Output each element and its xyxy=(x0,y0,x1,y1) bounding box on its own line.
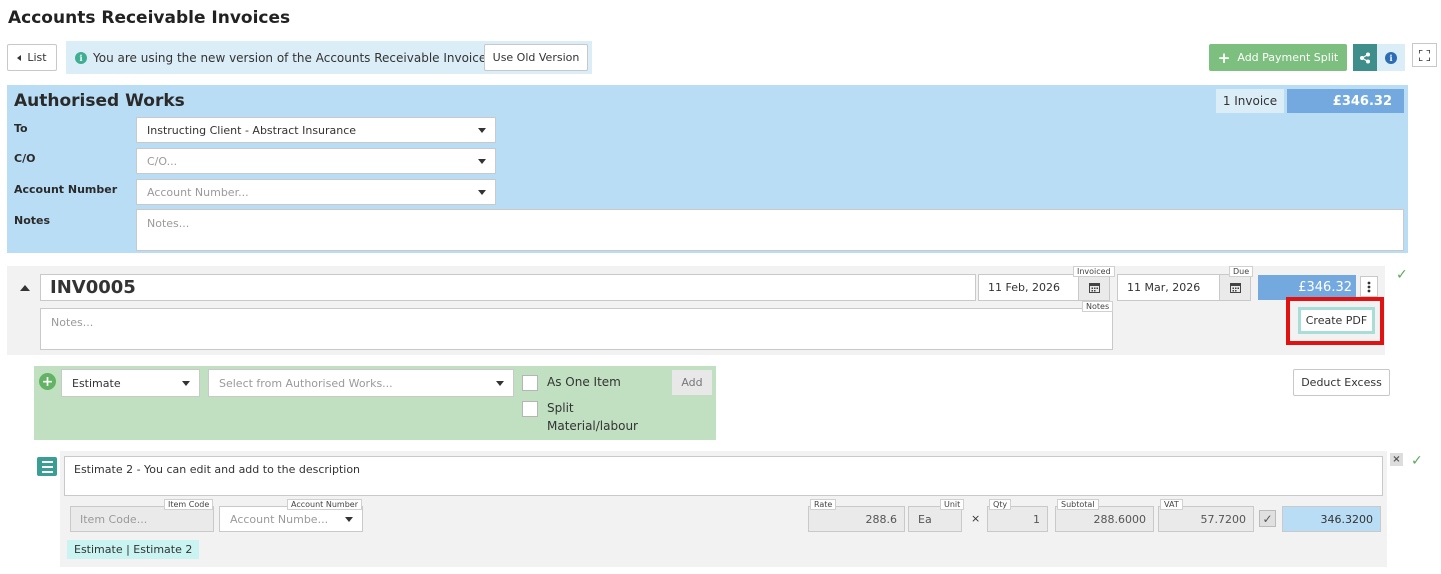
invoice-notes-placeholder: Notes... xyxy=(51,316,94,329)
due-label: Due xyxy=(1229,266,1254,277)
line-item-tag: Estimate | Estimate 2 xyxy=(67,540,200,559)
close-icon[interactable]: × xyxy=(1390,453,1403,466)
share-icon xyxy=(1360,52,1370,63)
line-check-icon: ✓ xyxy=(1411,453,1423,469)
invoiced-date-value: 11 Feb, 2026 xyxy=(988,281,1060,294)
invoice-number-input[interactable]: INV0005 xyxy=(40,274,976,301)
authorised-total: £346.32 xyxy=(1287,89,1404,113)
unit-label: Unit xyxy=(940,499,965,510)
notes-label: Notes xyxy=(14,214,51,227)
page-title: Accounts Receivable Invoices xyxy=(8,8,291,28)
co-select-placeholder: C/O... xyxy=(147,154,178,168)
subtotal-label: Subtotal xyxy=(1057,499,1099,510)
chevron-down-icon xyxy=(478,190,486,195)
line-total: 346.3200 xyxy=(1282,506,1381,532)
split-material-labour-checkbox[interactable] xyxy=(522,401,538,417)
new-version-banner: i You are using the new version of the A… xyxy=(66,41,592,74)
add-circle-icon[interactable]: + xyxy=(39,373,56,390)
authorised-works-select[interactable]: Select from Authorised Works... xyxy=(208,369,514,397)
to-label: To xyxy=(14,122,28,135)
add-payment-split-label: Add Payment Split xyxy=(1237,51,1339,64)
collapse-caret-icon[interactable] xyxy=(20,285,30,291)
due-date-value: 11 Mar, 2026 xyxy=(1127,281,1201,294)
add-button[interactable]: Add xyxy=(672,370,712,395)
co-select[interactable]: C/O... xyxy=(136,148,496,174)
calendar-icon xyxy=(1229,283,1241,293)
split-label-line2: Material/labour xyxy=(547,419,638,433)
list-button[interactable]: List xyxy=(7,44,57,71)
add-payment-split-button[interactable]: + Add Payment Split xyxy=(1209,44,1347,71)
item-type-select[interactable]: Estimate xyxy=(61,369,200,397)
invoiced-calendar-button[interactable] xyxy=(1078,275,1109,300)
due-date-input[interactable]: 11 Mar, 2026 xyxy=(1117,274,1251,301)
chevron-down-icon xyxy=(478,159,486,164)
create-pdf-button[interactable]: Create PDF xyxy=(1298,307,1375,334)
chevron-down-icon xyxy=(478,128,486,133)
invoice-count: 1 Invoice xyxy=(1216,89,1284,113)
more-options-button[interactable] xyxy=(1360,276,1378,297)
invoice-check-icon: ✓ xyxy=(1396,267,1408,283)
item-type-value: Estimate xyxy=(72,376,121,390)
invoice-panel: INV0005 11 Feb, 2026 Invoiced 11 Mar, 20… xyxy=(7,266,1385,355)
chevron-down-icon xyxy=(182,381,190,386)
expand-icon xyxy=(1419,49,1430,61)
invoiced-label: Invoiced xyxy=(1073,266,1115,277)
account-number-placeholder: Account Number... xyxy=(147,185,249,199)
share-button[interactable] xyxy=(1353,44,1377,71)
new-version-message: You are using the new version of the Acc… xyxy=(93,50,493,65)
split-label-line1: Split xyxy=(547,401,574,415)
kebab-icon xyxy=(1367,281,1371,292)
info-button[interactable]: i xyxy=(1385,51,1397,64)
line-description-input[interactable]: Estimate 2 - You can edit and add to the… xyxy=(64,456,1383,496)
account-number-select[interactable]: Account Number... xyxy=(136,179,496,205)
vat-checkbox[interactable]: ✓ xyxy=(1259,510,1276,527)
invoice-notes-label: Notes xyxy=(1082,301,1114,312)
plus-icon: + xyxy=(1217,48,1231,67)
chevron-down-icon xyxy=(345,517,353,522)
co-label: C/O xyxy=(14,152,36,165)
invoiced-date-input[interactable]: 11 Feb, 2026 xyxy=(978,274,1110,301)
add-item-panel: + Estimate Select from Authorised Works.… xyxy=(34,366,716,440)
authorised-works-placeholder: Select from Authorised Works... xyxy=(219,376,393,390)
as-one-item-label: As One Item xyxy=(547,375,621,389)
authorised-works-panel: Authorised Works 1 Invoice £346.32 To In… xyxy=(7,85,1408,253)
deduct-excess-button[interactable]: Deduct Excess xyxy=(1293,369,1390,396)
authorised-notes-placeholder: Notes... xyxy=(147,217,190,230)
hamburger-menu-icon[interactable] xyxy=(37,457,57,476)
info-icon: i xyxy=(75,51,87,64)
fullscreen-button[interactable] xyxy=(1412,43,1437,67)
invoice-notes-input[interactable]: Notes... xyxy=(40,308,1113,350)
vat-label: VAT xyxy=(1160,499,1183,510)
authorised-notes-input[interactable]: Notes... xyxy=(136,209,1404,251)
calendar-icon xyxy=(1088,283,1100,293)
list-button-label: List xyxy=(27,51,47,64)
item-code-label: Item Code xyxy=(164,499,214,510)
to-select[interactable]: Instructing Client - Abstract Insurance xyxy=(136,117,496,143)
caret-left-icon xyxy=(17,54,22,61)
due-calendar-button[interactable] xyxy=(1219,275,1250,300)
chevron-down-icon xyxy=(496,381,504,386)
use-old-version-button[interactable]: Use Old Version xyxy=(484,44,588,71)
line-account-number-placeholder: Account Numbe... xyxy=(230,512,329,526)
multiply-sign: × xyxy=(971,512,981,525)
line-account-number-label: Account Number xyxy=(287,499,362,510)
as-one-item-checkbox[interactable] xyxy=(522,375,538,391)
account-number-label: Account Number xyxy=(14,183,118,196)
item-code-placeholder: Item Code... xyxy=(80,512,148,526)
to-select-value: Instructing Client - Abstract Insurance xyxy=(147,123,357,137)
authorised-works-title: Authorised Works xyxy=(14,91,185,111)
qty-label: Qty xyxy=(989,499,1012,510)
rate-label: Rate xyxy=(810,499,837,510)
share-info-group: i xyxy=(1353,44,1405,71)
